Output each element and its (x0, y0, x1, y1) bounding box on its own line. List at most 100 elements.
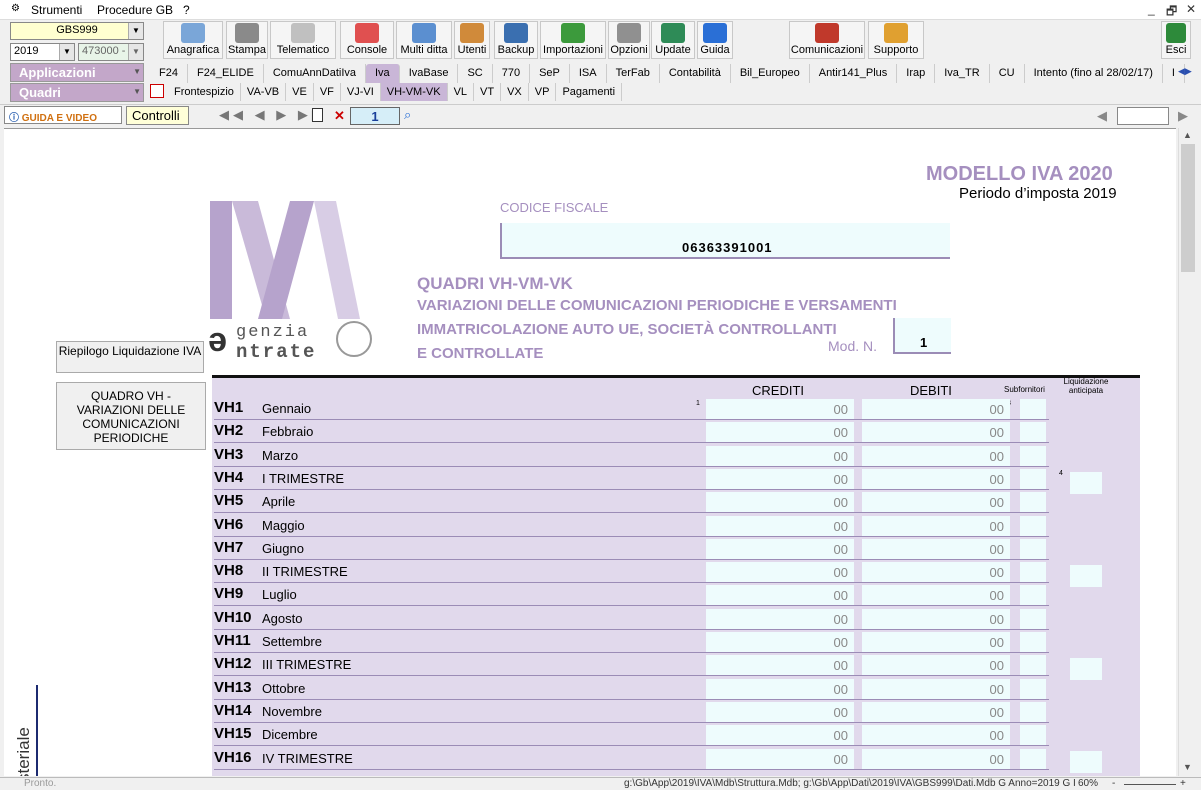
new-record-icon[interactable] (312, 108, 323, 122)
subfornitori-field[interactable] (1020, 562, 1046, 583)
crediti-field[interactable]: 00 (706, 468, 854, 489)
quadri-tab-vl[interactable]: VL (448, 83, 475, 101)
quadri-tab-vj-vi[interactable]: VJ-VI (341, 83, 381, 101)
guida-button[interactable]: Guida (697, 21, 733, 59)
scroll-right-icon[interactable]: ▶ (1178, 108, 1188, 124)
applicazioni-select[interactable]: Applicazioni ▼ (10, 63, 144, 82)
multi-ditta-button[interactable]: Multi ditta (396, 21, 452, 59)
crediti-field[interactable]: 00 (706, 655, 854, 676)
tab-iva-tr[interactable]: Iva_TR (935, 64, 990, 83)
subfornitori-field[interactable] (1020, 748, 1046, 769)
menu-help[interactable]: ? (183, 3, 190, 17)
pdf-icon[interactable] (150, 84, 164, 98)
supporto-button[interactable]: Supporto (868, 21, 924, 59)
anagrafica-button[interactable]: Anagrafica (163, 21, 223, 59)
zoom-out-button[interactable]: - (1112, 778, 1115, 789)
subfornitori-field[interactable] (1020, 422, 1046, 443)
anticipata-field-vh16[interactable] (1070, 751, 1102, 773)
vertical-scrollbar[interactable]: ▲ ▼ (1178, 128, 1197, 776)
debiti-field[interactable]: 00 (862, 632, 1010, 652)
anticipata-field-vh4[interactable] (1070, 472, 1102, 494)
tab-isa[interactable]: ISA (570, 64, 607, 83)
debiti-field[interactable]: 00 (862, 468, 1010, 489)
subfornitori-field[interactable] (1020, 445, 1046, 466)
tab-antir141-plus[interactable]: Antir141_Plus (810, 64, 898, 83)
subfornitori-field[interactable] (1020, 492, 1046, 513)
tab-irap[interactable]: Irap (897, 64, 936, 83)
crediti-field[interactable]: 00 (706, 562, 854, 583)
quadri-tab-ve[interactable]: VE (286, 83, 314, 101)
backup-button[interactable]: Backup (494, 21, 538, 59)
crediti-field[interactable]: 00 (706, 585, 854, 606)
stampa-button[interactable]: Stampa (226, 21, 268, 59)
debiti-field[interactable]: 00 (862, 701, 1010, 722)
crediti-field[interactable]: 00 (706, 399, 854, 419)
guide-button[interactable]: ⓘ GUIDA E VIDEO (4, 106, 122, 124)
debiti-field[interactable]: 00 (862, 492, 1010, 513)
tab-iva[interactable]: Iva (366, 64, 400, 83)
quadri-tab-vx[interactable]: VX (501, 83, 529, 101)
anticipata-field-vh12[interactable] (1070, 658, 1102, 680)
tab-sep[interactable]: SeP (530, 64, 570, 83)
comunicazioni-button[interactable]: Comunicazioni (789, 21, 865, 59)
anticipata-field-vh8[interactable] (1070, 565, 1102, 587)
scroll-down-icon[interactable]: ▼ (1183, 762, 1192, 772)
tab-scroll-arrows[interactable]: ◀▶ (1178, 66, 1192, 77)
update-button[interactable]: Update (651, 21, 695, 59)
console-button[interactable]: Console (340, 21, 394, 59)
debiti-field[interactable]: 00 (862, 562, 1010, 583)
quadri-tab-vf[interactable]: VF (314, 83, 341, 101)
code-select[interactable]: 473000 - ▼ (78, 43, 144, 61)
year-select[interactable]: 2019 ▼ (10, 43, 75, 61)
quadri-tab-frontespizio[interactable]: Frontespizio (168, 83, 241, 101)
subfornitori-field[interactable] (1020, 632, 1046, 652)
zoom-in-button[interactable]: + (1180, 778, 1186, 789)
telematico-button[interactable]: Telematico (270, 21, 336, 59)
tab-cu[interactable]: CU (990, 64, 1025, 83)
tab-bil-europeo[interactable]: Bil_Europeo (731, 64, 810, 83)
crediti-field[interactable]: 00 (706, 725, 854, 746)
opzioni-button[interactable]: Opzioni (608, 21, 650, 59)
debiti-field[interactable]: 00 (862, 399, 1010, 419)
zoom-slider[interactable] (1124, 784, 1176, 785)
quadri-tab-va-vb[interactable]: VA-VB (241, 83, 287, 101)
page-number-field[interactable]: 1 (350, 107, 400, 125)
debiti-field[interactable]: 00 (862, 678, 1010, 699)
tab-intento-fino-al-28-02-17-[interactable]: Intento (fino al 28/02/17) (1025, 64, 1163, 83)
scroll-left-icon[interactable]: ◀ (1097, 108, 1107, 124)
subfornitori-field[interactable] (1020, 399, 1046, 419)
subfornitori-field[interactable] (1020, 678, 1046, 699)
crediti-field[interactable]: 00 (706, 515, 854, 536)
menu-strumenti[interactable]: Strumenti (31, 3, 82, 17)
crediti-field[interactable]: 00 (706, 445, 854, 466)
company-select[interactable]: GBS999 ▼ (10, 22, 144, 40)
subfornitori-field[interactable] (1020, 515, 1046, 536)
delete-record-icon[interactable]: ✕ (334, 108, 345, 124)
record-nav-arrows[interactable]: ◀◀ ◀ ▶ ▶▶ (219, 107, 326, 123)
quadri-tab-pagamenti[interactable]: Pagamenti (556, 83, 623, 101)
menu-procedure-gb[interactable]: Procedure GB (97, 3, 173, 17)
minimize-button[interactable]: _ (1148, 2, 1155, 16)
quadri-select[interactable]: Quadri ▼ (10, 83, 144, 102)
debiti-field[interactable]: 00 (862, 422, 1010, 443)
crediti-field[interactable]: 00 (706, 492, 854, 513)
tab-f24[interactable]: F24 (150, 64, 188, 83)
crediti-field[interactable]: 00 (706, 748, 854, 769)
exit-button[interactable]: Esci (1161, 21, 1191, 59)
tab-contabilit-[interactable]: Contabilità (660, 64, 731, 83)
restore-button[interactable]: 🗗 (1166, 2, 1177, 23)
subfornitori-field[interactable] (1020, 725, 1046, 746)
tab-ivabase[interactable]: IvaBase (400, 64, 459, 83)
debiti-field[interactable]: 00 (862, 748, 1010, 769)
importazioni-button[interactable]: Importazioni (540, 21, 606, 59)
crediti-field[interactable]: 00 (706, 678, 854, 699)
subfornitori-field[interactable] (1020, 585, 1046, 606)
crediti-field[interactable]: 00 (706, 422, 854, 443)
tab-terfab[interactable]: TerFab (607, 64, 660, 83)
crediti-field[interactable]: 00 (706, 632, 854, 652)
subfornitori-field[interactable] (1020, 538, 1046, 559)
riepilogo-liquidazione-button[interactable]: Riepilogo Liquidazione IVA (56, 341, 204, 373)
tab-770[interactable]: 770 (493, 64, 531, 83)
zoom-field[interactable] (1117, 107, 1169, 125)
close-button[interactable]: ✕ (1186, 2, 1196, 16)
